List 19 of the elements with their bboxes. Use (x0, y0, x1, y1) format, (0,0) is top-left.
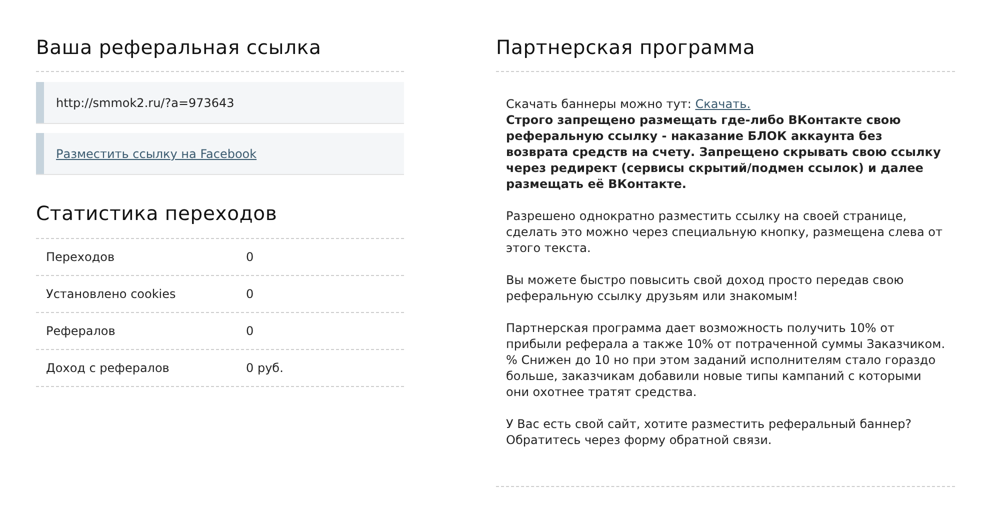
referral-link-box: http://smmok2.ru/?a=973643 (36, 82, 404, 124)
paragraph-text: Вы можете быстро повысить свой доход просто передав свою реферальную ссылку друзьям или знакомым! (506, 272, 905, 304)
section-title: Партнерская программа (496, 36, 955, 72)
download-link[interactable]: Скачать. (695, 97, 751, 112)
paragraph-text: Партнерская программа дает возможность получить 10% от прибыли реферала а также 10% от потраченной суммы Заказчиком. % Снижен до 10 но при этом заданий исполнителям стало гораздо больше, заказчикам добавили новые типы кампаний с которыми они охотнее тратят средства. (506, 320, 945, 400)
stat-label: Установлено cookies (46, 286, 177, 303)
download-text: Скачать баннеры можно тут: (506, 97, 692, 112)
paragraph-text: У Вас есть свой сайт, хотите разместить реферальный баннер? Обратитесь через форму обратной связи. (506, 416, 913, 448)
stat-value: 0 (246, 322, 254, 340)
stat-value: 0 (246, 248, 254, 266)
section-title: Ваша реферальная ссылка (36, 36, 404, 72)
stat-value: 0 (246, 286, 254, 303)
stat-label: Доход с рефералов (46, 360, 170, 377)
warning-text: Строго запрещено размещать где-либо ВКонтакте свою реферальную ссылку - наказание БЛОК аккаунта без возврата средств на счету. Запрещено скрывать свою ссылку через редирект (сервисы скрытий/подмен ссылок) и далее размещать её ВКонтакте. (506, 112, 942, 192)
stat-label: Переходов (46, 248, 116, 266)
stat-value: 0 руб. (246, 360, 284, 377)
stat-label: Рефералов (46, 322, 116, 340)
section-title: Статистика переходов (36, 202, 404, 239)
paragraph-text: Разрешено однократно разместить ссылку на своей странице, сделать это можно через специальную кнопку, размещена слева от этого текста. (506, 208, 944, 256)
